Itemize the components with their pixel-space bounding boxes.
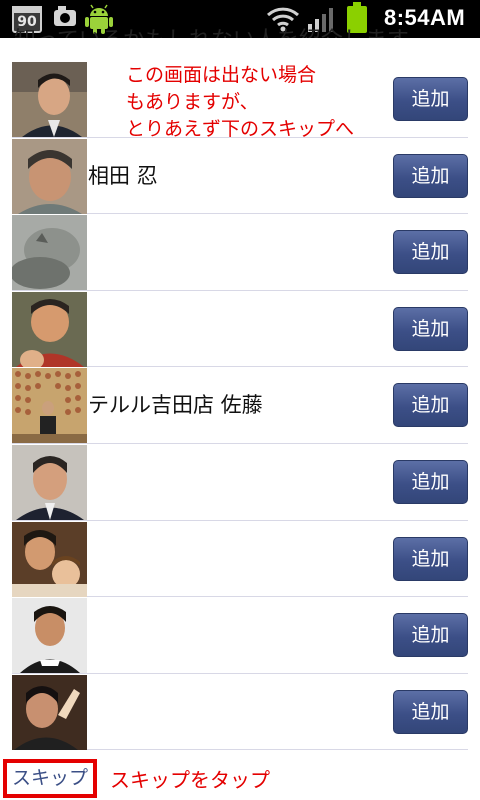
add-friend-button[interactable]: 追加 [393,689,468,734]
header-label: 知っているかもしれない人を紹介します。 [14,22,429,38]
list-item: 追加 [12,597,468,674]
list-item: 追加 [12,291,468,368]
add-friend-button[interactable]: 追加 [393,230,468,275]
friend-name: テルル吉田店 佐藤 [88,393,263,418]
annotation-line: この画面は出ない場合 [126,64,317,86]
friend-name: 相田 忍 [88,163,158,188]
annotation-line: もありますが、 [126,91,259,113]
annotation-note: この画面は出ない場合 もありますが、 とりあえず下のスキップへ [126,62,354,143]
avatar [12,674,87,750]
annotation-line: とりあえず下のスキップへ [126,118,355,140]
add-friend-button[interactable]: 追加 [393,536,468,581]
add-friend-button[interactable]: 追加 [393,613,468,658]
list-item: 追加 [12,214,468,291]
avatar [12,138,87,214]
friend-list: 追加 相田 忍 追加 追加 追加 テルル吉田店 佐藤 追加 追加 追加 追加 追… [12,61,468,751]
list-item: 相田 忍 追加 [12,138,468,215]
avatar [12,598,87,674]
avatar [12,368,87,444]
add-friend-button[interactable]: 追加 [393,306,468,351]
add-friend-button[interactable]: 追加 [393,153,468,198]
list-item: テルル吉田店 佐藤 追加 [12,367,468,444]
avatar [12,444,87,520]
avatar [12,291,87,367]
header-text: 知っているかもしれない人を紹介します。 [14,16,474,38]
list-item: 追加 [12,444,468,521]
add-friend-button[interactable]: 追加 [393,459,468,504]
skip-button[interactable]: スキップ [3,759,97,798]
skip-annotation: スキップをタップ [110,768,270,792]
avatar [12,215,87,291]
list-item: 追加 [12,674,468,751]
add-friend-button[interactable]: 追加 [393,383,468,428]
list-item: 追加 [12,521,468,598]
avatar [12,62,87,137]
add-friend-button[interactable]: 追加 [393,77,468,121]
avatar [12,521,87,597]
